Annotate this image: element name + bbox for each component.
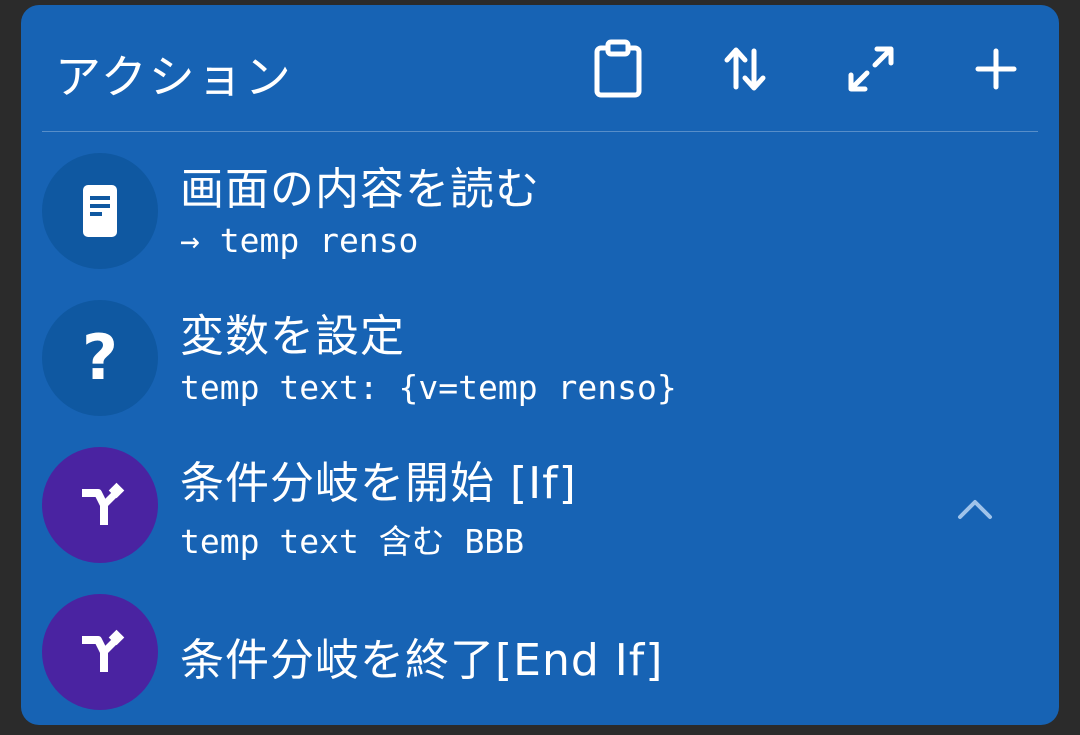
action-item-if-end[interactable]: 条件分岐を終了[End If]: [21, 586, 1059, 725]
action-item-read-screen[interactable]: 画面の内容を読む → temp renso: [21, 145, 1059, 285]
panel-title: アクション: [55, 50, 293, 104]
action-item-set-variable[interactable]: ? 変数を設定 temp text: {v=temp renso}: [21, 292, 1059, 432]
sort-button[interactable]: [713, 35, 777, 103]
add-icon: [975, 48, 1017, 90]
header-divider: [42, 131, 1038, 132]
sort-icon: [724, 47, 766, 91]
action-title: 条件分岐を開始 [If]: [180, 458, 577, 509]
action-icon-circle: [42, 153, 158, 269]
action-icon-circle: ?: [42, 300, 158, 416]
add-button[interactable]: [964, 35, 1028, 103]
action-subtitle: temp text: {v=temp renso}: [180, 368, 677, 407]
expand-button[interactable]: [839, 35, 903, 103]
clipboard-icon: [594, 39, 642, 98]
panel-header: アクション: [21, 5, 1059, 131]
collapse-button[interactable]: [945, 479, 1005, 539]
action-panel: アクション 画面の内容を読む → temp renso ? 変数を設定 temp…: [21, 5, 1059, 725]
action-title: 画面の内容を読む: [180, 164, 540, 215]
branch-icon: [82, 629, 125, 672]
action-icon-circle: [42, 447, 158, 563]
action-subtitle: → temp renso: [180, 221, 419, 260]
branch-icon: [82, 482, 125, 525]
action-title: 条件分岐を終了[End If]: [180, 635, 664, 686]
expand-icon: [848, 46, 894, 92]
chevron-up-icon: [958, 500, 992, 519]
action-subtitle: temp text 含む BBB: [180, 522, 525, 561]
document-icon: [83, 185, 117, 237]
clipboard-button[interactable]: [586, 35, 650, 103]
action-icon-circle: [42, 594, 158, 710]
action-item-if-start[interactable]: 条件分岐を開始 [If] temp text 含む BBB: [21, 439, 1059, 579]
action-title: 変数を設定: [180, 311, 405, 362]
question-icon: ?: [82, 321, 118, 394]
